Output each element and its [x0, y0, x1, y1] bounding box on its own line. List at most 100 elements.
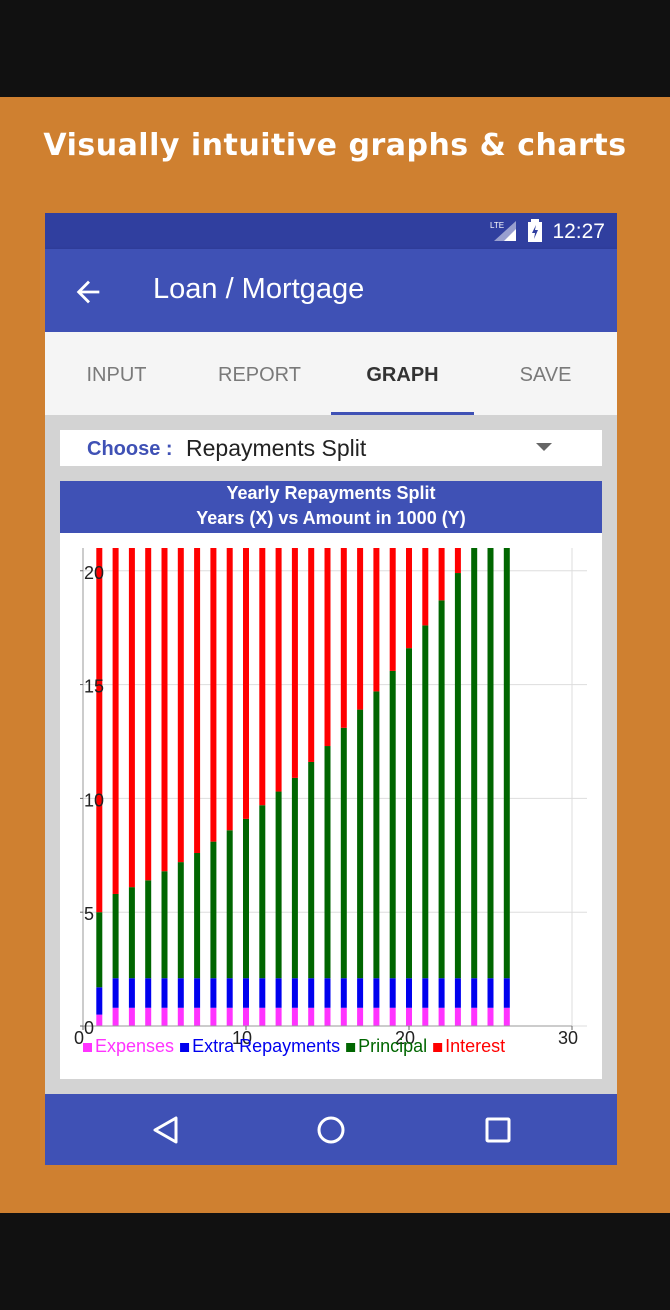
bar-segment-interest — [194, 548, 201, 854]
bar-segment-principal — [308, 761, 315, 979]
bar-segment-expenses — [210, 1007, 217, 1026]
bar-segment-expenses — [454, 1007, 461, 1026]
bar-segment-interest — [210, 548, 217, 842]
arrow-left-icon[interactable] — [71, 275, 105, 309]
bar-segment-interest — [422, 548, 429, 626]
status-bar: LTE 12:27 — [45, 213, 617, 249]
bar-segment-extra-repayments — [161, 978, 168, 1008]
bar-segment-expenses — [503, 1007, 510, 1026]
bar-segment-expenses — [340, 1007, 347, 1026]
bar-segment-principal — [177, 862, 184, 979]
lte-signal-icon: LTE — [490, 221, 516, 241]
bar-segment-extra-repayments — [177, 978, 184, 1008]
bar-segment-principal — [503, 548, 510, 979]
bar-segment-interest — [161, 548, 168, 872]
tab-report[interactable]: REPORT — [188, 332, 331, 415]
chart-card: Yearly Repayments Split Years (X) vs Amo… — [60, 481, 602, 1079]
legend-swatch — [83, 1043, 92, 1052]
bar-segment-principal — [161, 871, 168, 979]
bar-segment-extra-repayments — [487, 978, 494, 1008]
bar-segment-principal — [145, 880, 152, 979]
bar-segment-extra-repayments — [406, 978, 412, 1008]
bar-segment-extra-repayments — [438, 978, 445, 1008]
legend-label: Extra Repayments — [192, 1036, 340, 1056]
bar-segment-extra-repayments — [454, 978, 461, 1008]
bar-segment-principal — [406, 648, 412, 979]
bar-segment-interest — [291, 548, 298, 778]
bar-segment-interest — [454, 548, 461, 574]
bar-segment-extra-repayments — [210, 978, 217, 1008]
legend-swatch — [433, 1043, 443, 1052]
repayments-chart: 051015200 10 20 30Expenses Extra Repayments P… — [74, 548, 587, 1056]
dropdown-arrow-icon[interactable] — [536, 443, 552, 451]
bar-segment-extra-repayments — [308, 978, 315, 1008]
tab-input[interactable]: INPUT — [45, 332, 188, 415]
bar-segment-interest — [112, 548, 119, 894]
bar-segment-expenses — [96, 1014, 103, 1026]
chart-subtitle: Years (X) vs Amount in 1000 (Y) — [196, 508, 466, 528]
promo-headline: Visually intuitive graphs & charts — [43, 128, 627, 163]
bar-segment-extra-repayments — [128, 978, 135, 1008]
legend-swatch — [180, 1043, 190, 1052]
status-time: 12:27 — [552, 220, 605, 243]
bar-segment-interest — [243, 548, 249, 819]
bar-segment-expenses — [128, 1007, 135, 1026]
bar-segment-principal — [275, 791, 282, 979]
bar-segment-expenses — [259, 1007, 266, 1026]
bar-segment-principal — [340, 727, 347, 979]
bar-segment-principal — [291, 777, 298, 979]
bar-segment-principal — [112, 893, 119, 979]
bar-segment-expenses — [145, 1007, 152, 1026]
x-tick-label: 0 — [74, 1028, 84, 1048]
bar-segment-expenses — [324, 1007, 331, 1026]
bar-segment-extra-repayments — [503, 978, 510, 1008]
bar-segment-principal — [454, 573, 461, 979]
chart-type-select[interactable]: Choose : Repayments Split — [60, 430, 602, 466]
bar-segment-expenses — [438, 1007, 445, 1026]
tab-bar: INPUT REPORT GRAPH SAVE — [45, 332, 617, 415]
bar-segment-extra-repayments — [471, 978, 478, 1008]
bar-segment-interest — [340, 548, 347, 728]
legend-label: Expenses — [95, 1036, 174, 1056]
y-tick-label: 5 — [84, 904, 94, 924]
bar-segment-principal — [210, 841, 217, 979]
y-tick-label: 15 — [84, 677, 104, 697]
bar-segment-expenses — [291, 1007, 298, 1026]
bar-segment-principal — [357, 709, 364, 979]
home-circle-icon[interactable] — [313, 1112, 349, 1148]
system-nav-bar — [45, 1094, 617, 1165]
bar-segment-extra-repayments — [226, 978, 233, 1008]
bar-segment-expenses — [177, 1007, 184, 1026]
bar-segment-interest — [389, 548, 396, 671]
legend-label: Principal — [358, 1036, 427, 1056]
bar-segment-extra-repayments — [357, 978, 364, 1008]
back-triangle-icon[interactable] — [148, 1112, 184, 1148]
bar-segment-principal — [422, 625, 429, 979]
bar-segment-expenses — [373, 1007, 380, 1026]
legend-swatch — [346, 1043, 356, 1052]
bar-segment-interest — [373, 548, 380, 692]
bar-segment-principal — [259, 805, 266, 979]
tab-save[interactable]: SAVE — [474, 332, 617, 415]
bar-segment-interest — [96, 548, 103, 913]
chart-header: Yearly Repayments Split Years (X) vs Amo… — [60, 481, 602, 533]
chart-title: Yearly Repayments Split — [226, 483, 436, 503]
recents-square-icon[interactable] — [480, 1112, 516, 1148]
bar-segment-extra-repayments — [340, 978, 347, 1008]
bar-segment-principal — [438, 600, 445, 979]
y-tick-label: 20 — [84, 563, 104, 583]
bar-segment-extra-repayments — [291, 978, 298, 1008]
bar-segment-extra-repayments — [96, 987, 103, 1015]
tab-graph[interactable]: GRAPH — [331, 332, 474, 415]
bar-segment-extra-repayments — [243, 978, 249, 1008]
bar-segment-expenses — [112, 1007, 119, 1026]
bar-segment-principal — [373, 691, 380, 979]
bar-segment-extra-repayments — [373, 978, 380, 1008]
network-label: LTE — [490, 221, 504, 230]
app-bar: Loan / Mortgage — [45, 249, 617, 332]
bar-segment-expenses — [308, 1007, 315, 1026]
bar-segment-expenses — [471, 1007, 478, 1026]
bar-segment-extra-repayments — [259, 978, 266, 1008]
bar-segment-expenses — [487, 1007, 494, 1026]
choose-value: Repayments Split — [186, 435, 367, 461]
